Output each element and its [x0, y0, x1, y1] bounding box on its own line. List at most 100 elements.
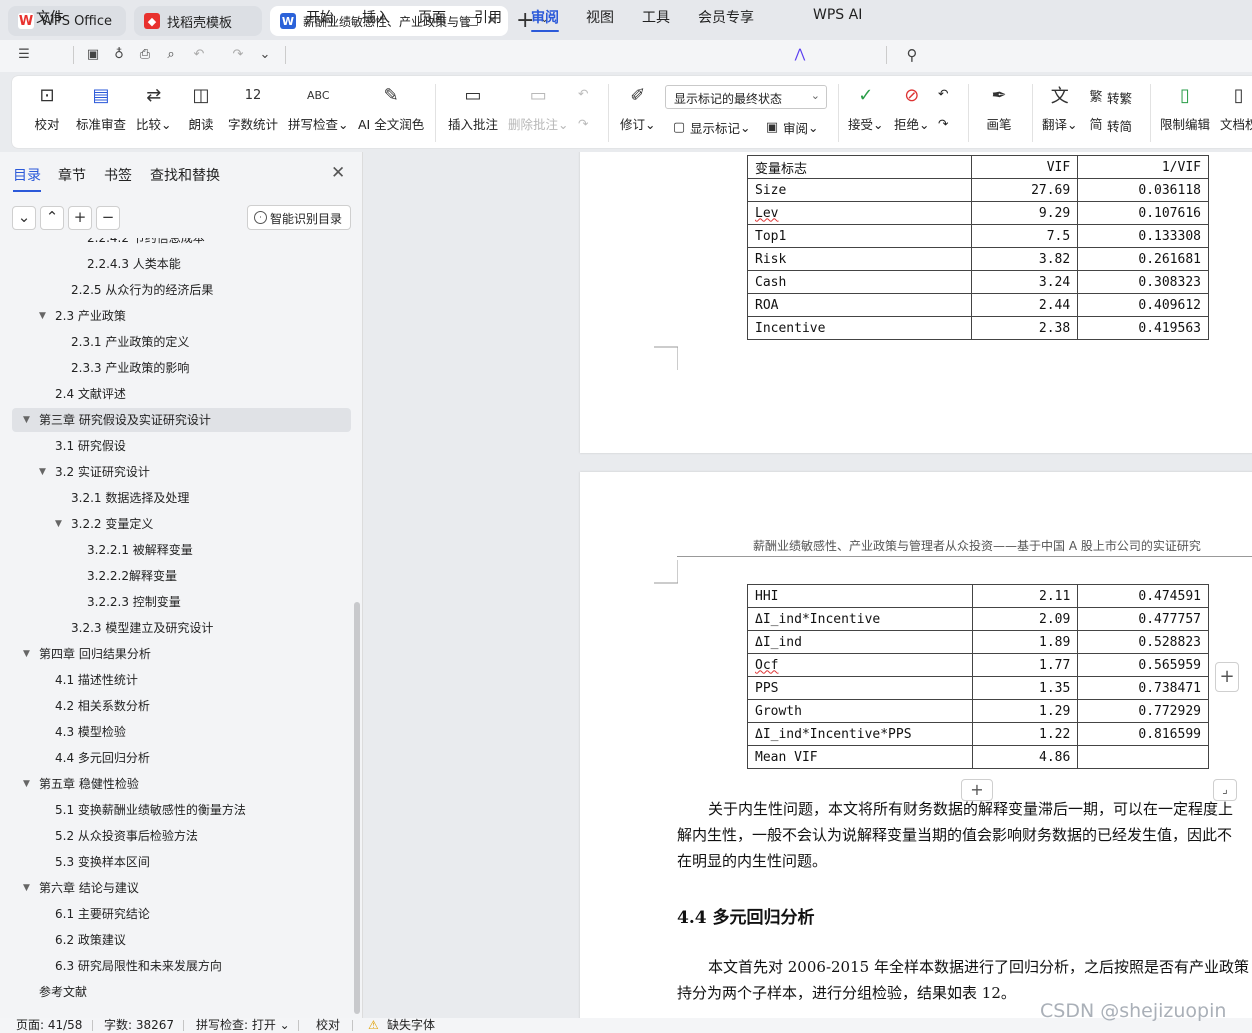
previous-change-icon[interactable]: ↶: [938, 86, 948, 101]
table-cell[interactable]: ΔI_ind: [747, 630, 973, 654]
reject-button[interactable]: ⊘ 拒绝⌄: [894, 82, 930, 133]
table-cell[interactable]: PPS: [747, 676, 973, 700]
table-cell[interactable]: Ocf: [747, 653, 973, 677]
table-cell[interactable]: 0.738471: [1077, 676, 1209, 700]
scrollbar-thumb[interactable]: [354, 602, 360, 1014]
missing-font-status[interactable]: 缺失字体: [387, 1018, 435, 1033]
table-cell[interactable]: 2.09: [971, 607, 1079, 631]
doc-permission-button[interactable]: ▯ 文档权: [1220, 82, 1252, 133]
print-preview-icon[interactable]: ⌕: [163, 47, 179, 63]
document-canvas[interactable]: 变量标志 VIF 1/VIF Size 27.69 0.036118 Lev 9.29 0.10…: [364, 152, 1252, 1018]
table-cell[interactable]: ΔI_ind*Incentive: [747, 607, 973, 631]
toc-item[interactable]: 3.2.2.2解释变量: [12, 564, 351, 588]
table-cell[interactable]: 1.77: [971, 653, 1079, 677]
table-cell[interactable]: 2.44: [971, 293, 1079, 317]
table-cell[interactable]: 0.308323: [1077, 270, 1209, 294]
toc-item[interactable]: ▼ 第三章 研究假设及实证研究设计: [12, 408, 351, 432]
table-cell[interactable]: 27.69: [971, 178, 1079, 202]
toc-item[interactable]: 5.2 从众投资事后检验方法: [12, 824, 351, 848]
table-cell[interactable]: 0.036118: [1077, 178, 1209, 202]
table-cell[interactable]: Lev: [746, 201, 973, 225]
menu-review[interactable]: 审阅: [531, 7, 559, 32]
word-count-indicator[interactable]: 字数: 38267: [104, 1018, 174, 1033]
menu-view[interactable]: 视图: [586, 7, 614, 27]
chevron-down-icon[interactable]: ⌄: [257, 47, 273, 63]
table-cell[interactable]: Mean VIF: [747, 745, 973, 769]
toc-item[interactable]: 5.1 变换薪酬业绩敏感性的衡量方法: [12, 798, 351, 822]
toc-item[interactable]: 2.2.5 从众行为的经济后果: [12, 278, 351, 302]
table-cell[interactable]: ΔI_ind*Incentive*PPS: [747, 722, 973, 746]
tab-bookmarks[interactable]: 书签: [104, 165, 132, 185]
toc-item[interactable]: 2.2.4.3 人类本能: [12, 252, 351, 276]
tab-find-replace[interactable]: 查找和替换: [150, 165, 220, 185]
toc-item[interactable]: 4.2 相关系数分析: [12, 694, 351, 718]
toc-item[interactable]: 6.1 主要研究结论: [12, 902, 351, 926]
next-change-icon[interactable]: ↷: [938, 116, 948, 131]
remove-heading-button[interactable]: −: [96, 206, 120, 230]
table-cell[interactable]: Growth: [747, 699, 973, 723]
previous-comment-icon[interactable]: ↶: [578, 86, 588, 101]
to-simplified-button[interactable]: 简 转简: [1088, 116, 1132, 135]
table-cell[interactable]: 3.82: [971, 247, 1079, 271]
toc-item[interactable]: 5.3 变换样本区间: [12, 850, 351, 874]
caret-down-icon[interactable]: ▼: [23, 876, 30, 900]
menu-page[interactable]: 页面: [418, 7, 446, 27]
read-aloud-button[interactable]: ◫ 朗读: [188, 82, 214, 133]
review-pane-button[interactable]: ▣ 审阅 ⌄: [764, 118, 819, 137]
table-cell[interactable]: 0.528823: [1077, 630, 1209, 654]
toc-item[interactable]: 3.2.3 模型建立及研究设计: [12, 616, 351, 640]
toc-item[interactable]: 6.3 研究局限性和未来发展方向: [12, 954, 351, 978]
translate-button[interactable]: 文 翻译⌄: [1042, 82, 1078, 133]
insert-comment-button[interactable]: ▭ 插入批注: [448, 82, 498, 133]
toc-item[interactable]: 4.4 多元回归分析: [12, 746, 351, 770]
menu-file[interactable]: 文件: [36, 7, 64, 27]
standard-review-button[interactable]: ▤ 标准审查: [76, 82, 126, 133]
caret-down-icon[interactable]: ▼: [23, 772, 30, 796]
toc-item[interactable]: 2.3.3 产业政策的影响: [12, 356, 351, 380]
caret-down-icon[interactable]: ▼: [23, 408, 30, 432]
tab-docer-templates[interactable]: ◆ 找稻壳模板: [134, 6, 262, 36]
menu-references[interactable]: 引用: [474, 7, 502, 27]
table-cell[interactable]: Risk: [746, 247, 973, 271]
toc-item[interactable]: 3.1 研究假设: [12, 434, 351, 458]
search-icon[interactable]: ⚲: [904, 47, 920, 63]
toc-item[interactable]: 6.2 政策建议: [12, 928, 351, 952]
ink-button[interactable]: ✒ 画笔: [986, 82, 1012, 133]
toc-item[interactable]: ▼ 3.2.2 变量定义: [12, 512, 351, 536]
tab-toc[interactable]: 目录: [13, 165, 41, 192]
delete-comment-button[interactable]: ▭ 删除批注⌄: [508, 82, 569, 133]
table-cell[interactable]: HHI: [747, 584, 973, 608]
word-count-button[interactable]: 12 字数统计: [228, 82, 278, 133]
table-cell[interactable]: 4.86: [971, 745, 1079, 769]
tab-chapters[interactable]: 章节: [58, 165, 86, 185]
table-cell[interactable]: 1.89: [971, 630, 1079, 654]
table-cell[interactable]: Top1: [746, 224, 973, 248]
table-cell[interactable]: 3.24: [971, 270, 1079, 294]
add-heading-button[interactable]: +: [68, 206, 92, 230]
print-icon[interactable]: ⎙: [137, 47, 153, 63]
table-cell[interactable]: 0.409612: [1077, 293, 1209, 317]
spell-check-button[interactable]: ABC 拼写检查⌄: [288, 82, 349, 133]
menu-wps-ai[interactable]: WPS AI: [813, 7, 862, 23]
show-markup-button[interactable]: ▢ 显示标记 ⌄: [671, 118, 751, 137]
table-cell[interactable]: 1/VIF: [1077, 155, 1209, 179]
table-cell[interactable]: 1.29: [971, 699, 1079, 723]
table-cell[interactable]: 0.772929: [1077, 699, 1209, 723]
toc-item[interactable]: ▼ 第五章 稳健性检验: [12, 772, 351, 796]
toc-item[interactable]: 2.2.4.2 节约信息成本: [12, 238, 351, 250]
toc-item[interactable]: 4.1 描述性统计: [12, 668, 351, 692]
table-cell[interactable]: 0.419563: [1077, 316, 1209, 340]
menu-insert[interactable]: 插入: [362, 7, 390, 27]
table-cell[interactable]: 0.474591: [1077, 584, 1209, 608]
close-icon[interactable]: ✕: [331, 163, 345, 183]
table-cell[interactable]: Cash: [746, 270, 973, 294]
toc-item[interactable]: 3.2.2.1 被解释变量: [12, 538, 351, 562]
proofread-status[interactable]: 校对: [316, 1018, 340, 1033]
table-cell[interactable]: 0.816599: [1077, 722, 1209, 746]
collapse-all-button[interactable]: ⌄: [12, 206, 36, 230]
caret-down-icon[interactable]: ▼: [39, 460, 46, 484]
to-traditional-button[interactable]: 繁 转繁: [1088, 88, 1132, 107]
compare-button[interactable]: ⇄ 比较⌄: [136, 82, 172, 133]
caret-down-icon[interactable]: ▼: [39, 304, 46, 328]
table-cell[interactable]: 0.565959: [1077, 653, 1209, 677]
